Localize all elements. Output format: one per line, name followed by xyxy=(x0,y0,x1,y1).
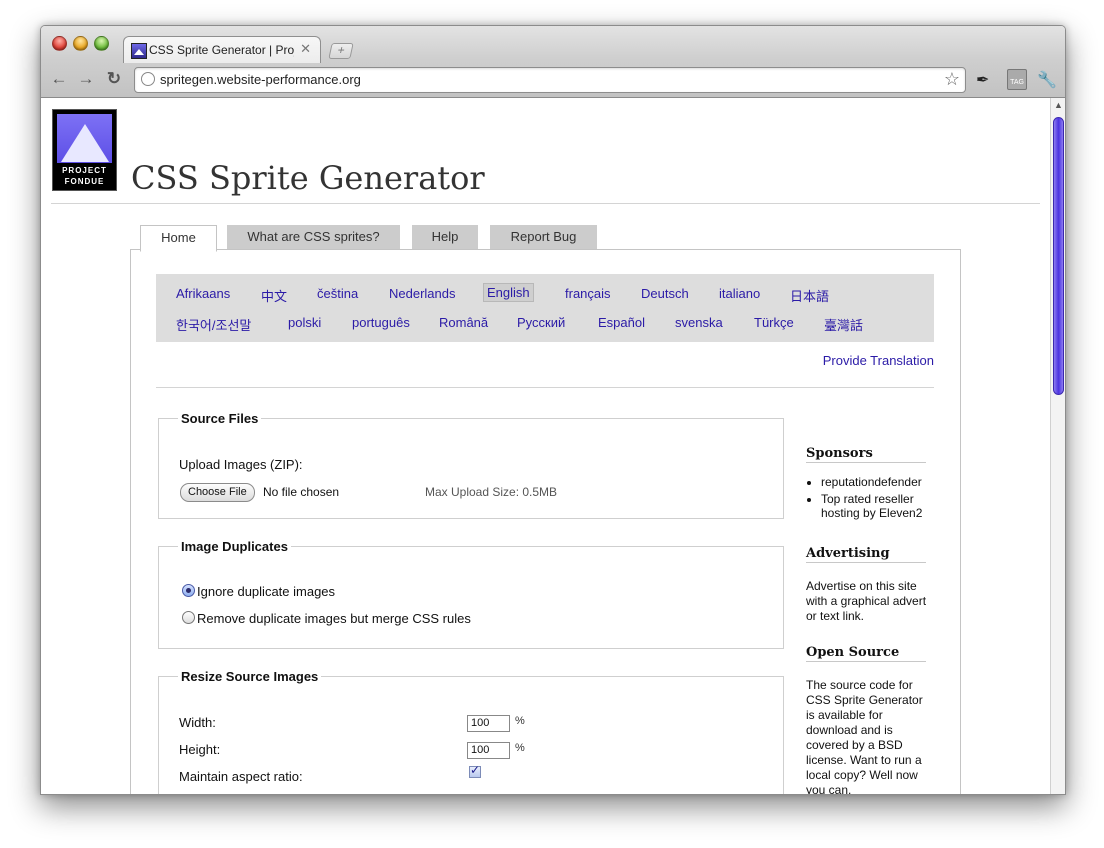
language-link[interactable]: Español xyxy=(598,315,645,330)
remove-duplicates-radio[interactable] xyxy=(182,611,195,624)
tab-report-bug[interactable]: Report Bug xyxy=(490,225,597,249)
source-files-legend: Source Files xyxy=(181,411,259,426)
language-link[interactable]: svenska xyxy=(675,315,723,330)
language-link[interactable]: 臺灣話 xyxy=(824,315,863,334)
language-link[interactable]: Română xyxy=(439,315,488,330)
image-duplicates-fieldset: Image Duplicates Ignore duplicate images… xyxy=(158,539,784,649)
tag-extension-icon[interactable]: TAG xyxy=(1007,69,1027,90)
sponsor-link[interactable]: Top rated reseller hosting by Eleven2 xyxy=(821,492,946,520)
forward-arrow-icon[interactable]: → xyxy=(75,69,97,89)
language-link[interactable]: français xyxy=(565,286,611,301)
tab-title: CSS Sprite Generator | Projec xyxy=(149,43,294,57)
scrollbar-thumb[interactable] xyxy=(1053,117,1064,395)
no-file-text: No file chosen xyxy=(263,485,340,499)
sponsor-link[interactable]: reputationdefender xyxy=(821,475,946,489)
zoom-window-button[interactable] xyxy=(94,36,109,51)
advertising-heading: Advertising xyxy=(806,546,926,563)
open-source-heading: Open Source xyxy=(806,645,926,662)
minimize-window-button[interactable] xyxy=(73,36,88,51)
project-fondue-logo[interactable]: PROJECT FONDUE xyxy=(52,109,117,191)
globe-icon xyxy=(141,72,155,86)
close-tab-icon[interactable]: ✕ xyxy=(300,41,311,57)
width-unit: % xyxy=(515,715,525,727)
site-title: CSS Sprite Generator xyxy=(131,159,485,197)
close-window-button[interactable] xyxy=(52,36,67,51)
wrench-icon[interactable]: 🔧 xyxy=(1037,70,1057,90)
language-link[interactable]: italiano xyxy=(719,286,760,301)
provide-translation-link[interactable]: Provide Translation xyxy=(823,353,934,368)
language-divider xyxy=(156,387,934,388)
page-content: PROJECT FONDUE CSS Sprite Generator Home… xyxy=(41,98,1050,794)
scroll-up-arrow-icon[interactable]: ▲ xyxy=(1054,100,1063,110)
choose-file-button[interactable]: Choose File xyxy=(180,483,255,502)
back-arrow-icon[interactable]: ← xyxy=(48,69,70,89)
language-link[interactable]: polski xyxy=(288,315,321,330)
aspect-ratio-label: Maintain aspect ratio: xyxy=(179,769,303,784)
language-link[interactable]: 中文 xyxy=(261,286,287,305)
sponsors-heading: Sponsors xyxy=(806,446,926,463)
source-files-fieldset: Source Files Upload Images (ZIP): Choose… xyxy=(158,411,784,519)
language-link[interactable]: 日本語 xyxy=(790,286,829,305)
new-tab-button[interactable]: + xyxy=(328,43,354,59)
language-link[interactable]: čeština xyxy=(317,286,358,301)
ignore-duplicates-radio[interactable] xyxy=(182,584,195,597)
navigation-bar: ← → ↻ spritegen.website-performance.org … xyxy=(41,66,1065,96)
height-input[interactable]: 100 xyxy=(467,742,510,759)
ignore-duplicates-label[interactable]: Ignore duplicate images xyxy=(197,584,335,599)
language-link[interactable]: Nederlands xyxy=(389,286,456,301)
tab-help[interactable]: Help xyxy=(412,225,478,249)
mountain-icon xyxy=(61,124,109,162)
width-input[interactable]: 100 xyxy=(467,715,510,732)
height-unit: % xyxy=(515,742,525,754)
resize-fieldset: Resize Source Images Width: 100 % Height… xyxy=(158,669,784,794)
open-source-text: The source code for CSS Sprite Generator… xyxy=(806,678,923,794)
remove-duplicates-label[interactable]: Remove duplicate images but merge CSS ru… xyxy=(197,611,471,626)
browser-tab[interactable]: CSS Sprite Generator | Projec ✕ xyxy=(123,36,321,63)
max-upload-text: Max Upload Size: 0.5MB xyxy=(425,485,558,499)
language-link-selected[interactable]: English xyxy=(483,283,534,302)
browser-window: CSS Sprite Generator | Projec ✕ + ← → ↻ … xyxy=(40,25,1066,795)
address-bar[interactable]: spritegen.website-performance.org ☆ xyxy=(134,67,966,93)
vertical-scrollbar[interactable]: ▲ xyxy=(1050,98,1065,794)
language-link[interactable]: 한국어/조선말 xyxy=(176,315,251,334)
upload-label: Upload Images (ZIP): xyxy=(179,457,303,472)
header-divider xyxy=(51,203,1040,204)
height-label: Height: xyxy=(179,742,221,757)
image-duplicates-legend: Image Duplicates xyxy=(181,539,288,554)
browser-chrome: CSS Sprite Generator | Projec ✕ + ← → ↻ … xyxy=(41,26,1065,98)
pin-tool-icon[interactable]: ✒ xyxy=(976,70,989,90)
favicon-icon xyxy=(131,43,147,59)
tab-what-are-css-sprites[interactable]: What are CSS sprites? xyxy=(227,225,400,249)
language-link[interactable]: Türkçe xyxy=(754,315,794,330)
reload-icon[interactable]: ↻ xyxy=(103,69,125,89)
language-bar: Afrikaans 中文 čeština Nederlands English … xyxy=(156,274,934,342)
width-label: Width: xyxy=(179,715,216,730)
advertising-text: Advertise on this site with a graphical … xyxy=(806,579,927,623)
language-link[interactable]: português xyxy=(352,315,410,330)
sponsors-list: reputationdefender Top rated reseller ho… xyxy=(806,475,946,523)
logo-text-line2: FONDUE xyxy=(64,177,105,186)
url-text: spritegen.website-performance.org xyxy=(160,72,361,87)
language-link[interactable]: Deutsch xyxy=(641,286,689,301)
language-link[interactable]: Afrikaans xyxy=(176,286,230,301)
language-link[interactable]: Русский xyxy=(517,315,565,330)
resize-legend: Resize Source Images xyxy=(181,669,319,684)
logo-text-line1: PROJECT xyxy=(62,166,107,175)
aspect-ratio-checkbox[interactable] xyxy=(469,763,481,778)
bookmark-star-icon[interactable]: ☆ xyxy=(944,69,960,90)
tab-home[interactable]: Home xyxy=(140,225,217,252)
